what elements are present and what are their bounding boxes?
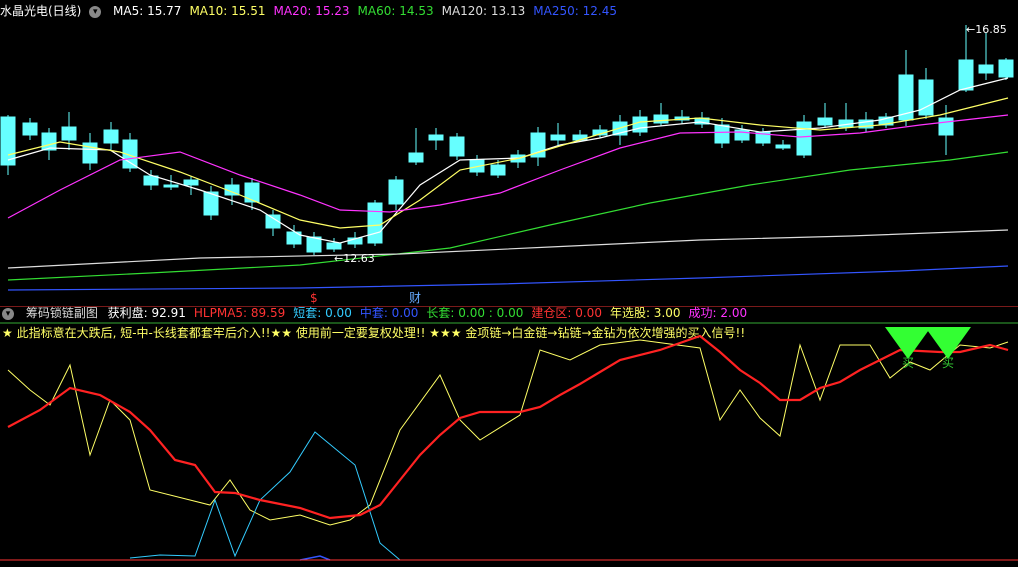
- candle-body-35: [714, 124, 730, 144]
- candle-body-20: [408, 152, 424, 163]
- ma10-line: [7, 97, 1009, 229]
- candle-body-18: [367, 202, 383, 244]
- hlpma5-line: [7, 334, 1009, 520]
- candle-body-32: [653, 114, 669, 124]
- short-trap-line: [129, 431, 401, 561]
- candle-body-3: [61, 126, 77, 141]
- candle-body-8: [163, 184, 179, 188]
- candlestick-chart[interactable]: ←16.85 ←12.63 $ 财买 买: [0, 0, 1018, 567]
- candle-body-46: [938, 117, 954, 136]
- candle-body-49: [998, 59, 1014, 78]
- candle-body-16: [326, 242, 342, 250]
- candle-body-1: [22, 122, 38, 136]
- candle-body-12: [244, 182, 260, 203]
- ma120-line: [7, 229, 1009, 269]
- buy-signal-label: 买: [902, 356, 914, 370]
- candle-body-0: [0, 116, 16, 166]
- candle-body-27: [550, 134, 566, 141]
- candle-body-24: [490, 164, 506, 176]
- candle-body-28: [572, 134, 588, 141]
- candle-body-5: [103, 129, 119, 144]
- candle-body-39: [796, 121, 812, 156]
- candle-body-9: [183, 179, 199, 186]
- mid-trap-line: [299, 555, 331, 561]
- ma20-line: [7, 114, 1009, 219]
- event-marker-dividend: $: [310, 291, 318, 305]
- candle-body-48: [978, 64, 994, 74]
- buy-signal-label: 买: [942, 356, 954, 370]
- candle-body-21: [428, 134, 444, 141]
- profit-line: [7, 339, 1009, 526]
- candle-body-38: [775, 144, 791, 149]
- event-marker-finance: 财: [409, 291, 421, 305]
- ma250-line: [7, 265, 1009, 291]
- low-price-label: ←12.63: [334, 252, 375, 265]
- buy-signal-icon: [925, 327, 971, 359]
- candle-body-47: [958, 59, 974, 91]
- high-price-label: ←16.85: [966, 23, 1007, 36]
- candle-body-22: [449, 136, 465, 157]
- candle-body-2: [41, 132, 57, 151]
- candle-body-19: [388, 179, 404, 205]
- ma60-line: [7, 151, 1009, 281]
- candle-body-40: [817, 117, 833, 126]
